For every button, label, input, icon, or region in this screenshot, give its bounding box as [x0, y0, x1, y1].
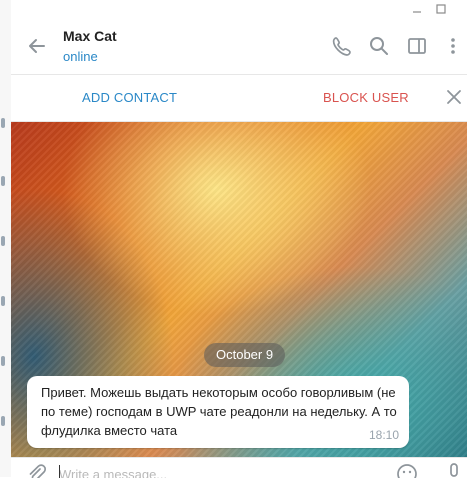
list-indicator — [1, 416, 5, 426]
emoji-icon[interactable] — [396, 463, 418, 478]
message-bubble[interactable]: Привет. Можешь выдать некоторым особо го… — [27, 376, 409, 448]
peer-action-bar: ADD CONTACT BLOCK USER — [11, 75, 467, 122]
peer-name[interactable]: Max Cat — [63, 28, 117, 44]
message-text: Привет. Можешь выдать некоторым особо го… — [41, 385, 397, 438]
sidebar-toggle-icon[interactable] — [405, 34, 429, 58]
back-arrow-icon[interactable] — [25, 34, 49, 58]
chat-area[interactable]: October 9 Привет. Можешь выдать некоторы… — [11, 122, 467, 457]
more-vertical-icon[interactable] — [441, 34, 465, 58]
text-caret — [59, 465, 60, 478]
list-indicator — [1, 118, 5, 128]
block-user-button[interactable]: BLOCK USER — [323, 90, 409, 105]
list-indicator — [1, 356, 5, 366]
list-indicator — [1, 236, 5, 246]
message-input[interactable] — [59, 464, 389, 478]
list-indicator — [1, 176, 5, 186]
list-indicator — [1, 296, 5, 306]
maximize-icon[interactable] — [430, 0, 452, 18]
minimize-icon[interactable] — [406, 0, 428, 18]
attach-icon[interactable] — [25, 462, 47, 478]
close-icon[interactable] — [445, 88, 463, 106]
chat-header: Max Cat online — [11, 18, 467, 75]
search-icon[interactable] — [367, 34, 391, 58]
message-time: 18:10 — [368, 428, 399, 442]
add-contact-button[interactable]: ADD CONTACT — [82, 90, 177, 105]
date-separator: October 9 — [204, 343, 286, 367]
phone-icon[interactable] — [330, 34, 354, 58]
peer-status: online — [63, 49, 98, 64]
compose-bar — [11, 457, 467, 478]
title-bar — [11, 0, 467, 18]
microphone-icon[interactable] — [445, 462, 463, 478]
